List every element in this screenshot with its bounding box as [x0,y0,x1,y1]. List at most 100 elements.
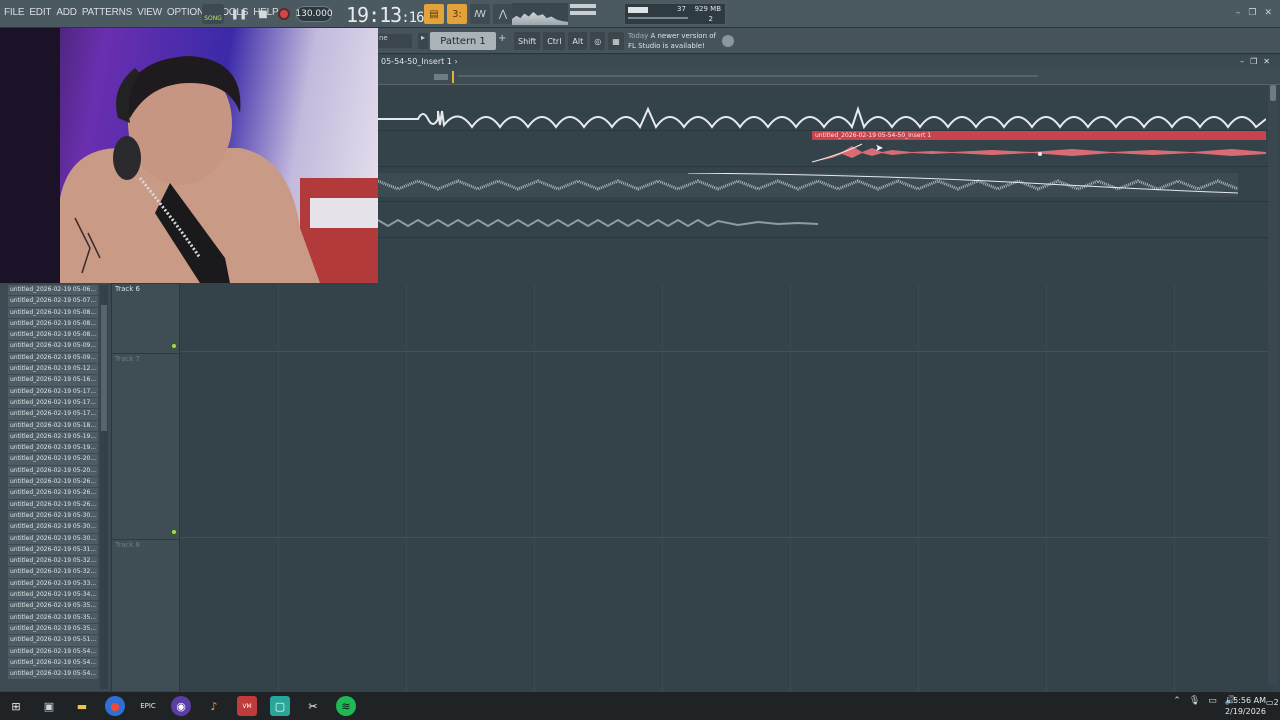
browser-item[interactable]: untitled_2026-02-19 05-30... [8,510,98,523]
audio-clip-waveform-4[interactable] [378,214,1266,232]
minimize-icon[interactable]: – [1236,8,1241,18]
browser-item[interactable]: untitled_2026-02-19 05-17... [8,409,98,421]
scroll-thumb[interactable] [1270,85,1276,101]
shop-icon[interactable]: ▦ [608,32,624,50]
browser-item[interactable]: untitled_2026-02-19 05-18... [8,420,98,432]
shift-button[interactable]: Shift [514,32,541,50]
browser-item[interactable]: untitled_2026-02-19 05-08... [8,307,98,319]
browser-item[interactable]: untitled_2026-02-19 05-08... [8,330,98,342]
browser-item[interactable]: untitled_2026-02-19 05-26... [8,488,98,500]
browser-item[interactable]: untitled_2026-02-19 05-20... [8,465,98,478]
browser-item[interactable]: untitled_2026-02-19 05-07... [8,296,98,308]
microphone-icon[interactable]: 🎙 [1189,696,1200,706]
maximize-icon[interactable]: ❐ [1248,8,1256,18]
ctrl-button[interactable]: Ctrl [543,32,566,50]
tempo-tap-icon[interactable]: ◎ [590,32,606,50]
pattern-song-icon[interactable]: ▤ [424,4,444,24]
browser-item[interactable]: untitled_2026-02-19 05-20... [8,454,98,466]
pause-icon[interactable]: ❚❚ [230,5,248,23]
browser-item[interactable]: untitled_2026-02-19 05-17... [8,397,98,410]
alt-button[interactable]: Alt [568,32,588,50]
news-panel[interactable]: Today A newer version of FL Studio is av… [628,31,716,51]
browser-item[interactable]: untitled_2026-02-19 05-51... [8,635,98,647]
epic-games-icon[interactable]: EPIC [138,696,158,716]
stop-icon[interactable]: ■ [254,5,272,23]
chrome-icon[interactable]: ● [105,696,125,716]
menu-view[interactable]: VIEW [137,7,162,18]
browser-item[interactable]: untitled_2026-02-19 05-34... [8,590,98,602]
browser-item[interactable]: untitled_2026-02-19 05-12... [8,364,98,376]
browser-item[interactable]: untitled_2026-02-19 05-35... [8,623,98,636]
browser-item[interactable]: untitled_2026-02-19 05-32... [8,567,98,579]
browser-item[interactable]: untitled_2026-02-19 05-35... [8,612,98,624]
browser-item[interactable]: untitled_2026-02-19 05-19... [8,443,98,455]
track-header-8[interactable]: Track 8 [112,539,180,691]
app-icon[interactable]: ▢ [270,696,290,716]
playhead-marker[interactable] [452,71,454,83]
loop-region[interactable] [434,74,448,80]
browser-scrollbar[interactable] [100,285,108,689]
menu-edit[interactable]: EDIT [29,7,51,18]
record-button[interactable] [278,8,290,20]
audio-lane-5[interactable] [378,238,1268,281]
audio-lane-3[interactable] [378,167,1268,202]
browser-item[interactable]: untitled_2026-02-19 05-17... [8,386,98,398]
browser-item[interactable]: untitled_2026-02-19 05-09... [8,352,98,365]
browser-item[interactable]: untitled_2026-02-19 05-30... [8,533,98,545]
network-icon[interactable]: ▭ [1208,696,1217,706]
wait-input-icon[interactable]: ꟿ [470,4,490,24]
playlist-window-controls[interactable]: –❐✕ [1240,55,1276,69]
browser-item[interactable]: untitled_2026-02-19 05-19... [8,431,98,444]
menu-file[interactable]: FILE [4,7,25,18]
track-header-7[interactable]: Track 7 [112,353,180,539]
windows-icon[interactable]: ⊞ [6,696,26,716]
menu-add[interactable]: ADD [56,7,77,18]
bar-ruler[interactable] [378,85,1268,101]
menu-patterns[interactable]: PATTERNS [82,7,132,18]
browser-item[interactable]: untitled_2026-02-19 05-54... [8,646,98,658]
master-volume-icon[interactable] [570,4,596,22]
folder-icon[interactable]: ▬ [72,696,92,716]
track-header-6[interactable]: Track 6 [112,283,180,353]
browser-item[interactable]: untitled_2026-02-19 05-54... [8,657,98,670]
capcut-icon[interactable]: ✂ [303,696,323,716]
add-pattern-icon[interactable]: + [498,33,506,44]
browser-scroll-thumb[interactable] [101,305,107,431]
browser-item[interactable]: untitled_2026-02-19 05-26... [8,477,98,489]
browser-item[interactable]: untitled_2026-02-19 05-09... [8,341,98,353]
timeline-bar[interactable] [378,69,1280,85]
pattern-selector[interactable]: Pattern 1 [430,32,496,50]
spotify-icon[interactable]: ≋ [336,696,356,716]
browser-item[interactable]: untitled_2026-02-19 05-08... [8,318,98,331]
audio-clip-waveform-3[interactable] [378,173,1266,197]
tempo-display[interactable]: 130.000 [295,6,333,22]
snap-mode-select[interactable]: ne [378,34,412,48]
song-mode-button[interactable]: SONG [202,4,224,24]
browser-item[interactable]: untitled_2026-02-19 05-26... [8,499,98,511]
track-6-mute-led[interactable] [171,343,177,349]
pattern-arrow-icon[interactable]: ▸ [418,33,428,49]
audio-clip-waveform-1[interactable] [378,103,1266,131]
audio-lane-2[interactable]: untitled_2026-02-19 05-54-50_Insert 1 ➤ [378,131,1268,167]
track-7-mute-led[interactable] [171,529,177,535]
notification-icon[interactable]: ▭2 [1266,698,1280,712]
playlist-vertical-scroll[interactable] [1268,85,1278,685]
browser-item[interactable]: untitled_2026-02-19 05-30... [8,522,98,534]
file-explorer-icon[interactable]: ▣ [39,696,59,716]
taskbar-clock[interactable]: 5:56 AM 2/19/2026 [1225,695,1266,717]
browser-item[interactable]: untitled_2026-02-19 05-35... [8,601,98,613]
audio-clip-header[interactable]: untitled_2026-02-19 05-54-50_Insert 1 [812,131,1266,140]
playlist-grid[interactable] [180,283,1268,691]
browser-item[interactable]: untitled_2026-02-19 05-32... [8,556,98,568]
browser-item[interactable]: untitled_2026-02-19 05-16... [8,375,98,387]
step-edit-icon[interactable]: ⋀ [493,4,513,24]
browser-item[interactable]: untitled_2026-02-19 05-33... [8,578,98,591]
audio-lane-4[interactable] [378,202,1268,238]
obs-icon[interactable]: ◉ [171,696,191,716]
fl-studio-icon[interactable]: ♪ [204,696,224,716]
browser-item[interactable]: untitled_2026-02-19 05-54... [8,669,98,681]
browser-item[interactable]: untitled_2026-02-19 05-06... [8,285,98,297]
metronome-icon[interactable]: 3: [447,4,467,24]
voicemeeter-icon[interactable]: VM [237,696,257,716]
globe-icon[interactable] [722,35,734,47]
